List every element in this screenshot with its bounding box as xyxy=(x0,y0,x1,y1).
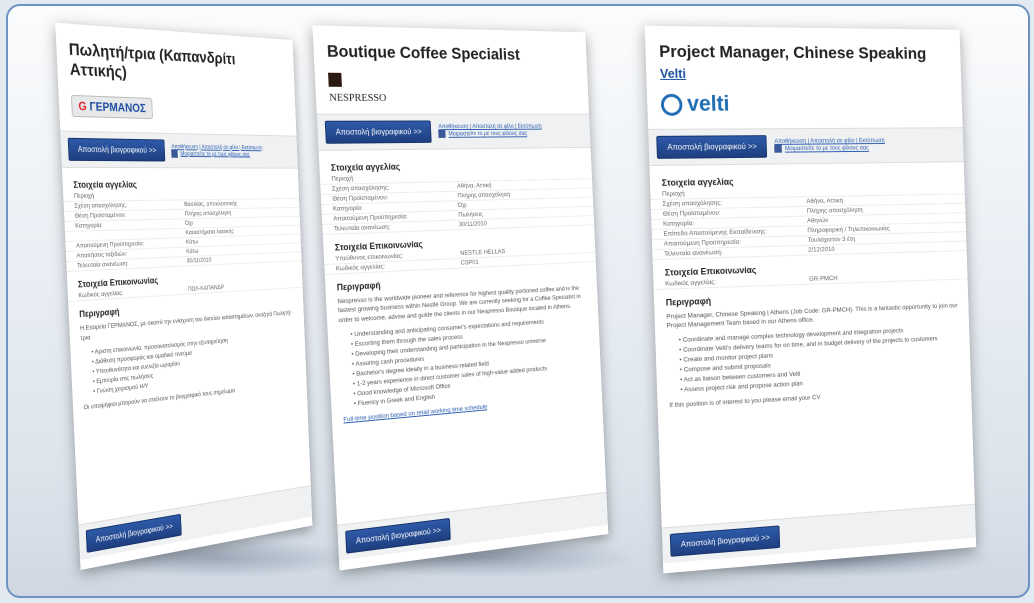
submit-cv-button[interactable]: Αποστολή βιογραφικού >> xyxy=(325,120,432,143)
germanos-logo: G ΓΕΡΜΑΝΟΣ xyxy=(71,95,153,119)
action-bar: Αποστολή βιογραφικού >> Αποθήκευση | Απο… xyxy=(648,127,964,166)
action-links: Αποθήκευση | Αποστολή σε φίλο | Εκτύπωση… xyxy=(774,138,885,153)
company-logo: NESPRESSO xyxy=(328,73,577,104)
facebook-share-link[interactable]: Μοιραστείτε το με τους φίλους σας xyxy=(775,144,885,153)
job-title: Project Manager, Chinese Speaking xyxy=(645,26,961,67)
facebook-share-link[interactable]: Μοιραστείτε το με τους φίλους σας xyxy=(172,150,263,158)
submit-cv-button[interactable]: Αποστολή βιογραφικού >> xyxy=(68,138,166,162)
company-logo: velti xyxy=(660,88,950,118)
action-links: Αποθήκευση | Αποστολή σε φίλο | Εκτύπωση… xyxy=(171,144,263,158)
facebook-share-link[interactable]: Μοιραστείτε το με τους φίλους σας xyxy=(439,130,543,138)
section-title: Στοιχεία αγγελίας xyxy=(62,172,299,192)
company-logo: G ΓΕΡΜΑΝΟΣ xyxy=(71,91,286,127)
action-bar: Αποστολή βιογραφικού >> Αποθήκευση | Απο… xyxy=(60,131,298,169)
facebook-icon xyxy=(172,150,179,158)
facebook-icon xyxy=(775,145,783,153)
job-page-nespresso: Boutique Coffee Specialist NESPRESSO Απο… xyxy=(312,25,608,570)
submit-cv-button[interactable]: Αποστολή βιογραφικού >> xyxy=(656,135,767,159)
submit-cv-button-bottom[interactable]: Αποστολή βιογραφικού >> xyxy=(86,514,182,553)
submit-cv-button-bottom[interactable]: Αποστολή βιογραφικού >> xyxy=(670,525,781,556)
action-bar: Αποστολή βιογραφικού >> Αποθήκευση | Απο… xyxy=(317,113,591,150)
velti-icon xyxy=(661,94,683,116)
job-page-germanos: Πωλητή/τρια (Καπανδρίτι Αττικής) G ΓΕΡΜΑ… xyxy=(55,23,312,570)
nespresso-logo: NESPRESSO xyxy=(328,73,387,104)
velti-logo: velti xyxy=(661,90,730,116)
nespresso-icon xyxy=(328,73,342,87)
job-title: Πωλητή/τρια (Καπανδρίτι Αττικής) xyxy=(55,23,294,93)
submit-cv-button-bottom[interactable]: Αποστολή βιογραφικού >> xyxy=(345,518,451,554)
facebook-icon xyxy=(439,130,446,138)
job-page-velti: Project Manager, Chinese Speaking Velti … xyxy=(645,26,977,574)
job-title: Boutique Coffee Specialist xyxy=(312,25,587,69)
action-links: Αποθήκευση | Αποστολή σε φίλο | Εκτύπωση… xyxy=(438,124,542,138)
showcase-frame: Πωλητή/τρια (Καπανδρίτι Αττικής) G ΓΕΡΜΑ… xyxy=(6,4,1030,598)
company-link[interactable]: Velti xyxy=(646,65,961,81)
